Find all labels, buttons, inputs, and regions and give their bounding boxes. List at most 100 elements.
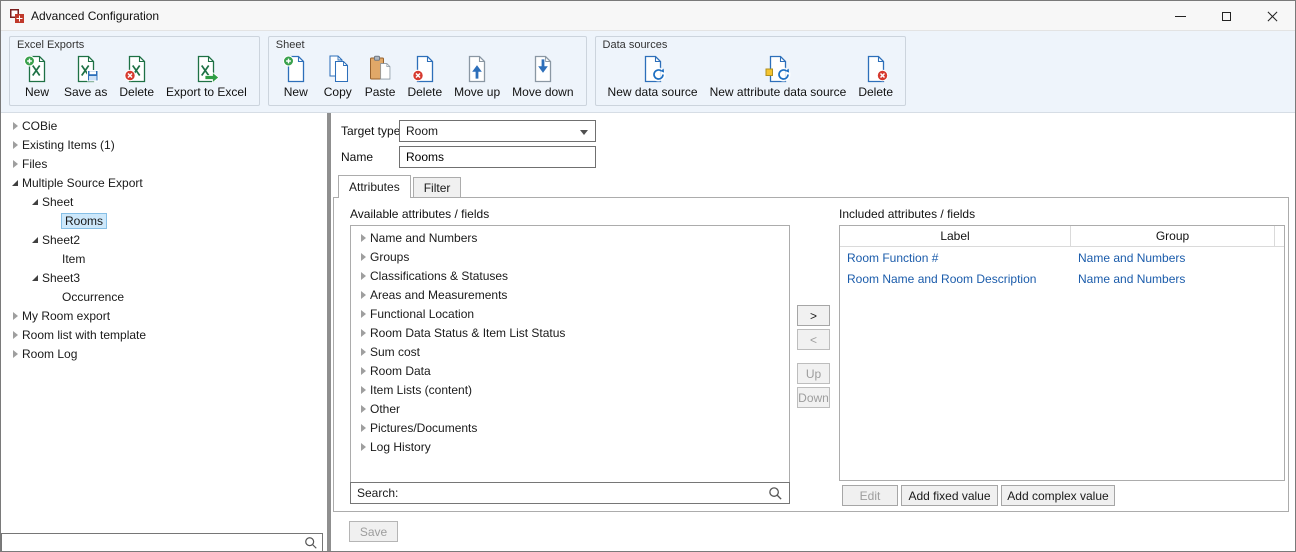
sheet-paste-button[interactable]: Paste bbox=[359, 53, 402, 100]
export-to-excel-button[interactable]: Export to Excel bbox=[160, 53, 253, 100]
attribute-group-name-and-numbers[interactable]: Name and Numbers bbox=[351, 228, 789, 247]
tree-item-cobie[interactable]: COBie bbox=[1, 116, 327, 135]
chevron-collapsed-icon[interactable] bbox=[356, 421, 370, 435]
tree-item-room-log[interactable]: Room Log bbox=[1, 344, 327, 363]
move-up-button[interactable]: Move up bbox=[448, 53, 506, 100]
sheet-new-button[interactable]: New bbox=[275, 53, 317, 100]
close-button[interactable] bbox=[1249, 1, 1295, 31]
attribute-group-pictures-documents[interactable]: Pictures/Documents bbox=[351, 418, 789, 437]
chevron-collapsed-icon[interactable] bbox=[356, 231, 370, 245]
chevron-collapsed-icon[interactable] bbox=[356, 383, 370, 397]
new-attribute-data-source-icon bbox=[763, 54, 793, 84]
chevron-expanded-icon[interactable] bbox=[28, 195, 42, 209]
sidebar-search-input[interactable] bbox=[6, 536, 300, 550]
tree-item-sheet[interactable]: Sheet bbox=[1, 192, 327, 211]
chevron-collapsed-icon[interactable] bbox=[356, 288, 370, 302]
chevron-collapsed-icon[interactable] bbox=[8, 328, 22, 342]
chevron-collapsed-icon[interactable] bbox=[356, 307, 370, 321]
tree-item-multiple-source-export[interactable]: Multiple Source Export bbox=[1, 173, 327, 192]
save-button[interactable]: Save bbox=[349, 521, 398, 542]
chevron-collapsed-icon[interactable] bbox=[356, 364, 370, 378]
chevron-collapsed-icon[interactable] bbox=[356, 402, 370, 416]
data-source-delete-button[interactable]: Delete bbox=[852, 53, 899, 100]
chevron-expanded-icon[interactable] bbox=[28, 233, 42, 247]
tree-indent-spacer bbox=[48, 214, 62, 228]
attribute-group-functional-location[interactable]: Functional Location bbox=[351, 304, 789, 323]
add-attribute-button[interactable]: > bbox=[797, 305, 830, 326]
attribute-group-classifications[interactable]: Classifications & Statuses bbox=[351, 266, 789, 285]
chevron-collapsed-icon[interactable] bbox=[356, 250, 370, 264]
attribute-group-log-history[interactable]: Log History bbox=[351, 437, 789, 456]
new-data-source-icon bbox=[638, 54, 668, 84]
chevron-collapsed-icon[interactable] bbox=[356, 269, 370, 283]
add-fixed-value-button[interactable]: Add fixed value bbox=[901, 485, 998, 506]
attribute-group-other[interactable]: Other bbox=[351, 399, 789, 418]
chevron-collapsed-icon[interactable] bbox=[356, 440, 370, 454]
sheet-copy-button[interactable]: Copy bbox=[317, 53, 359, 100]
attribute-group-room-data[interactable]: Room Data bbox=[351, 361, 789, 380]
chevron-collapsed-icon[interactable] bbox=[8, 138, 22, 152]
tree-item-rooms-selected[interactable]: Rooms bbox=[1, 211, 327, 230]
tab-attributes[interactable]: Attributes bbox=[338, 175, 411, 198]
toolbar-group-excel-exports: Excel Exports New Save as bbox=[9, 36, 260, 106]
available-attributes-title: Available attributes / fields bbox=[350, 207, 489, 221]
chevron-collapsed-icon[interactable] bbox=[8, 347, 22, 361]
minimize-button[interactable] bbox=[1157, 1, 1203, 31]
edit-button[interactable]: Edit bbox=[842, 485, 898, 506]
excel-new-button[interactable]: New bbox=[16, 53, 58, 100]
chevron-down-icon bbox=[580, 130, 588, 135]
remove-attribute-button[interactable]: < bbox=[797, 329, 830, 350]
chevron-expanded-icon[interactable] bbox=[8, 176, 22, 190]
chevron-collapsed-icon[interactable] bbox=[356, 345, 370, 359]
move-attribute-up-button[interactable]: Up bbox=[797, 363, 830, 384]
included-attributes-title: Included attributes / fields bbox=[839, 207, 975, 221]
excel-delete-button[interactable]: Delete bbox=[113, 53, 160, 100]
column-header-filler bbox=[1275, 226, 1284, 246]
attributes-search-input[interactable] bbox=[402, 486, 764, 500]
tree-item-sheet2[interactable]: Sheet2 bbox=[1, 230, 327, 249]
attribute-group-groups[interactable]: Groups bbox=[351, 247, 789, 266]
tree-item-files[interactable]: Files bbox=[1, 154, 327, 173]
chevron-collapsed-icon[interactable] bbox=[356, 326, 370, 340]
tree-indent-spacer bbox=[48, 252, 62, 266]
chevron-collapsed-icon[interactable] bbox=[8, 157, 22, 171]
maximize-icon bbox=[1222, 12, 1231, 21]
name-input[interactable] bbox=[399, 146, 596, 168]
chevron-expanded-icon[interactable] bbox=[28, 271, 42, 285]
tree-item-sheet3[interactable]: Sheet3 bbox=[1, 268, 327, 287]
attributes-search-box: Search: bbox=[350, 482, 790, 504]
tree-item-item[interactable]: Item bbox=[1, 249, 327, 268]
chevron-collapsed-icon[interactable] bbox=[8, 309, 22, 323]
app-icon bbox=[9, 8, 25, 24]
tab-filter[interactable]: Filter bbox=[413, 177, 462, 198]
move-down-icon bbox=[528, 54, 558, 84]
add-complex-value-button[interactable]: Add complex value bbox=[1001, 485, 1115, 506]
tree-item-my-room-export[interactable]: My Room export bbox=[1, 306, 327, 325]
excel-new-icon bbox=[22, 54, 52, 84]
target-type-dropdown[interactable]: Room bbox=[399, 120, 596, 142]
new-data-source-button[interactable]: New data source bbox=[602, 53, 704, 100]
attribute-group-room-data-status[interactable]: Room Data Status & Item List Status bbox=[351, 323, 789, 342]
excel-save-as-button[interactable]: Save as bbox=[58, 53, 113, 100]
table-header: Label Group bbox=[840, 226, 1284, 247]
attribute-group-item-lists[interactable]: Item Lists (content) bbox=[351, 380, 789, 399]
new-attribute-data-source-button[interactable]: New attribute data source bbox=[704, 53, 853, 100]
export-to-excel-icon bbox=[191, 54, 221, 84]
table-row[interactable]: Room Name and Room Description Name and … bbox=[840, 268, 1284, 289]
table-row[interactable]: Room Function # Name and Numbers bbox=[840, 247, 1284, 268]
copy-icon bbox=[323, 54, 353, 84]
move-attribute-down-button[interactable]: Down bbox=[797, 387, 830, 408]
save-as-icon bbox=[71, 54, 101, 84]
maximize-button[interactable] bbox=[1203, 1, 1249, 31]
minimize-icon bbox=[1175, 16, 1186, 17]
sheet-delete-button[interactable]: Delete bbox=[401, 53, 448, 100]
attribute-group-areas[interactable]: Areas and Measurements bbox=[351, 285, 789, 304]
chevron-collapsed-icon[interactable] bbox=[8, 119, 22, 133]
move-down-button[interactable]: Move down bbox=[506, 53, 579, 100]
tree-item-existing-items[interactable]: Existing Items (1) bbox=[1, 135, 327, 154]
tree-item-occurrence[interactable]: Occurrence bbox=[1, 287, 327, 306]
attribute-group-sum-cost[interactable]: Sum cost bbox=[351, 342, 789, 361]
name-label: Name bbox=[341, 150, 373, 164]
window-title: Advanced Configuration bbox=[31, 9, 159, 23]
tree-item-room-list-with-template[interactable]: Room list with template bbox=[1, 325, 327, 344]
